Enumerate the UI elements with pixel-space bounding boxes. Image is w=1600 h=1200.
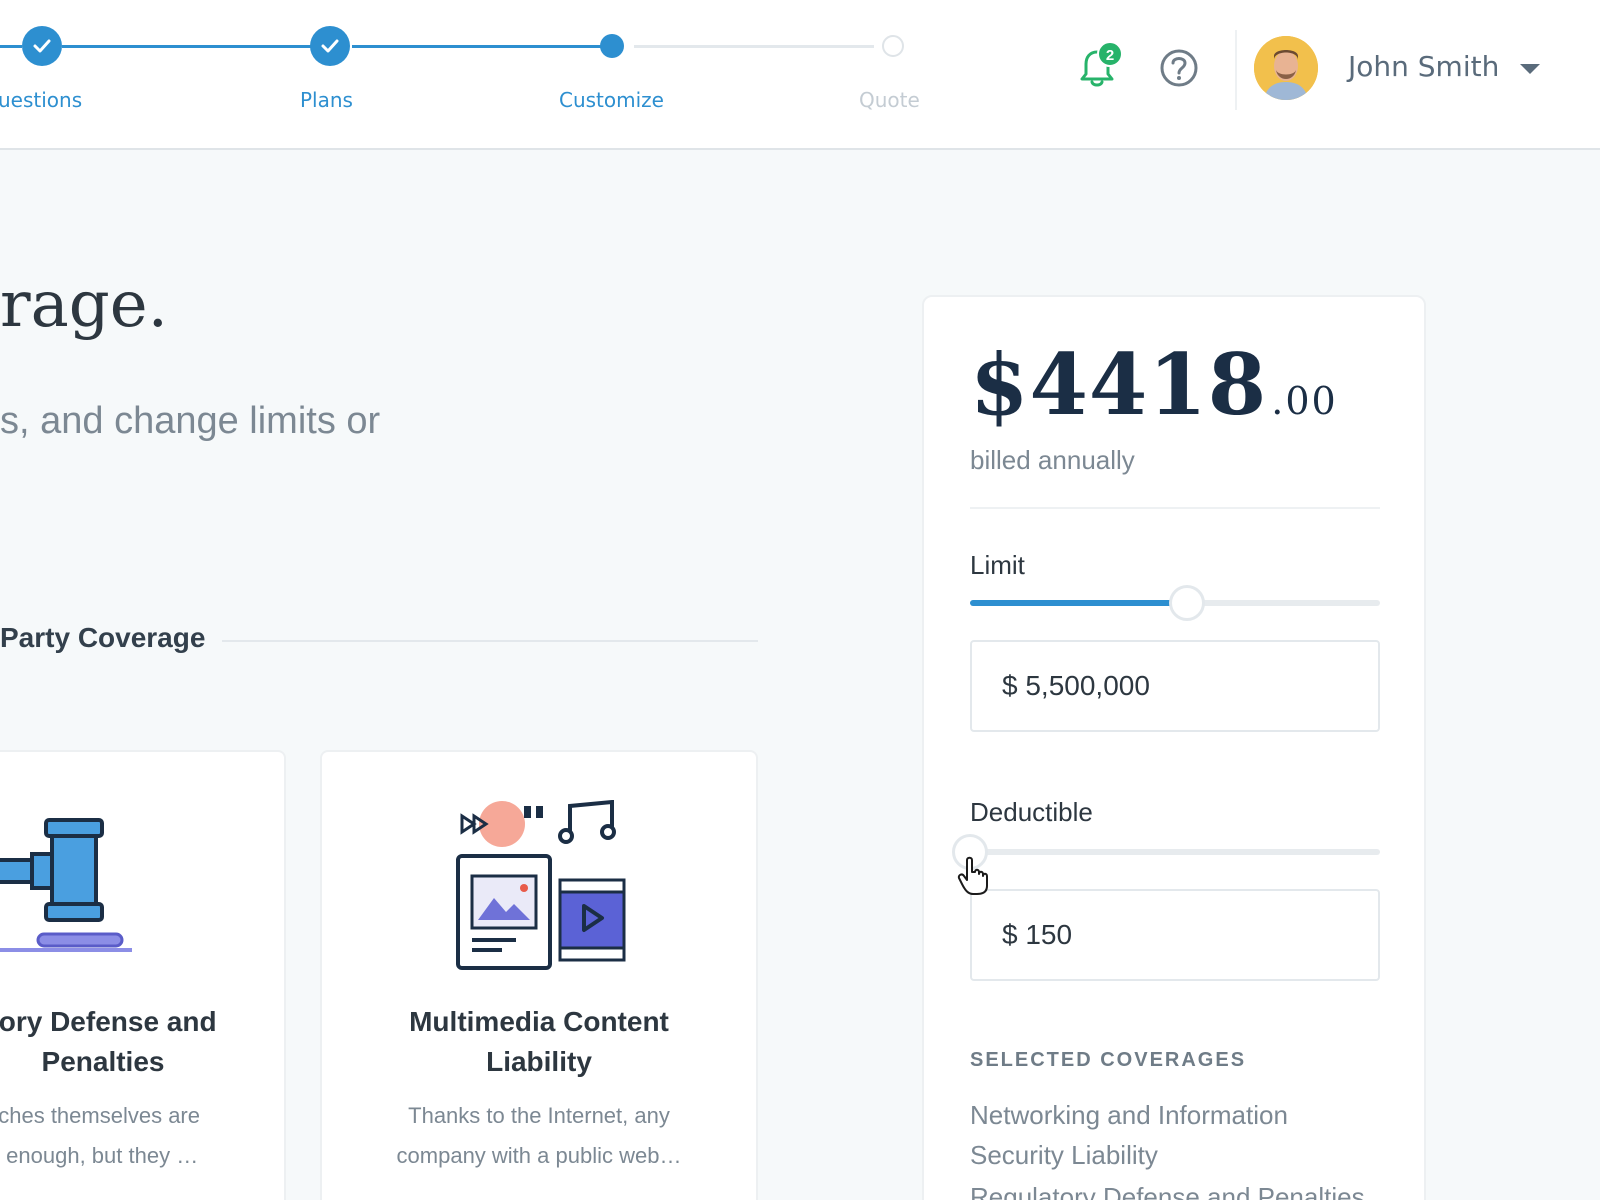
gavel-icon [0, 818, 132, 952]
caret-down-icon[interactable] [1520, 64, 1540, 74]
selected-coverages-heading: SELECTED COVERAGES [970, 1049, 1247, 1071]
limit-slider-thumb[interactable] [1169, 585, 1206, 621]
limit-slider-fill [970, 600, 1188, 606]
avatar[interactable] [1254, 36, 1318, 100]
selected-coverage-item: Networking and Information Security Liab… [970, 1100, 1288, 1170]
card-title: tory Defense and Penalties [0, 1006, 217, 1077]
deductible-slider[interactable] [952, 834, 1380, 870]
help-icon[interactable] [1159, 48, 1199, 88]
panel-divider [970, 507, 1380, 509]
coverage-card-regulatory[interactable]: tory Defense and Penalties aches themsel… [0, 750, 286, 1200]
price-dollars: $4418 [970, 335, 1268, 434]
step-plans-check[interactable] [310, 26, 350, 66]
progress-line-1 [0, 45, 22, 48]
section-divider [222, 640, 758, 642]
hand-cursor-icon [957, 856, 988, 895]
step-questions-check[interactable] [22, 26, 62, 66]
user-photo-icon [1254, 36, 1318, 100]
billing-frequency: billed annually [970, 445, 1135, 475]
deductible-input[interactable]: $ 150 [970, 889, 1380, 981]
multimedia-icon [456, 800, 626, 970]
card-description: aches themselves are g enough, but they … [0, 1103, 200, 1168]
card-description: Thanks to the Internet, any company with… [396, 1103, 682, 1168]
page-subtitle: s, and change limits or [0, 400, 381, 442]
price-display: $4418.00 [970, 335, 1338, 434]
page-title: rage. [0, 268, 168, 342]
coverage-card-multimedia[interactable]: Multimedia Content Liability Thanks to t… [320, 750, 758, 1200]
header-divider [1235, 30, 1237, 110]
step-label-plans[interactable]: Plans [300, 88, 353, 112]
quote-summary-panel: $4418.00 billed annually Limit $ 5,500,0… [922, 295, 1426, 1200]
step-label-quote: Quote [859, 88, 920, 112]
progress-line-2 [62, 45, 312, 48]
user-name[interactable]: John Smith [1348, 50, 1499, 83]
selected-coverage-item: Regulatory Defense and Penalties [970, 1182, 1365, 1200]
progress-line-4 [634, 45, 874, 48]
limit-slider[interactable] [970, 585, 1380, 621]
step-label-customize[interactable]: Customize [559, 88, 664, 112]
limit-value: $ 5,500,000 [1002, 670, 1150, 701]
step-quote-dot [882, 35, 904, 57]
price-cents: .00 [1271, 379, 1338, 423]
deductible-value: $ 150 [1002, 919, 1073, 950]
section-title: Party Coverage [0, 622, 206, 653]
notification-badge: 2 [1097, 41, 1123, 67]
progress-line-3 [352, 45, 610, 48]
step-customize-dot[interactable] [600, 34, 624, 58]
limit-label: Limit [970, 550, 1025, 580]
deductible-label: Deductible [970, 797, 1093, 827]
limit-input[interactable]: $ 5,500,000 [970, 640, 1380, 732]
top-header: uestions Plans Customize Quote 2 John Sm… [0, 0, 1600, 150]
step-label-questions[interactable]: uestions [0, 88, 82, 112]
check-icon [321, 39, 339, 53]
card-title: Multimedia Content Liability [409, 1006, 669, 1077]
check-icon [33, 39, 51, 53]
